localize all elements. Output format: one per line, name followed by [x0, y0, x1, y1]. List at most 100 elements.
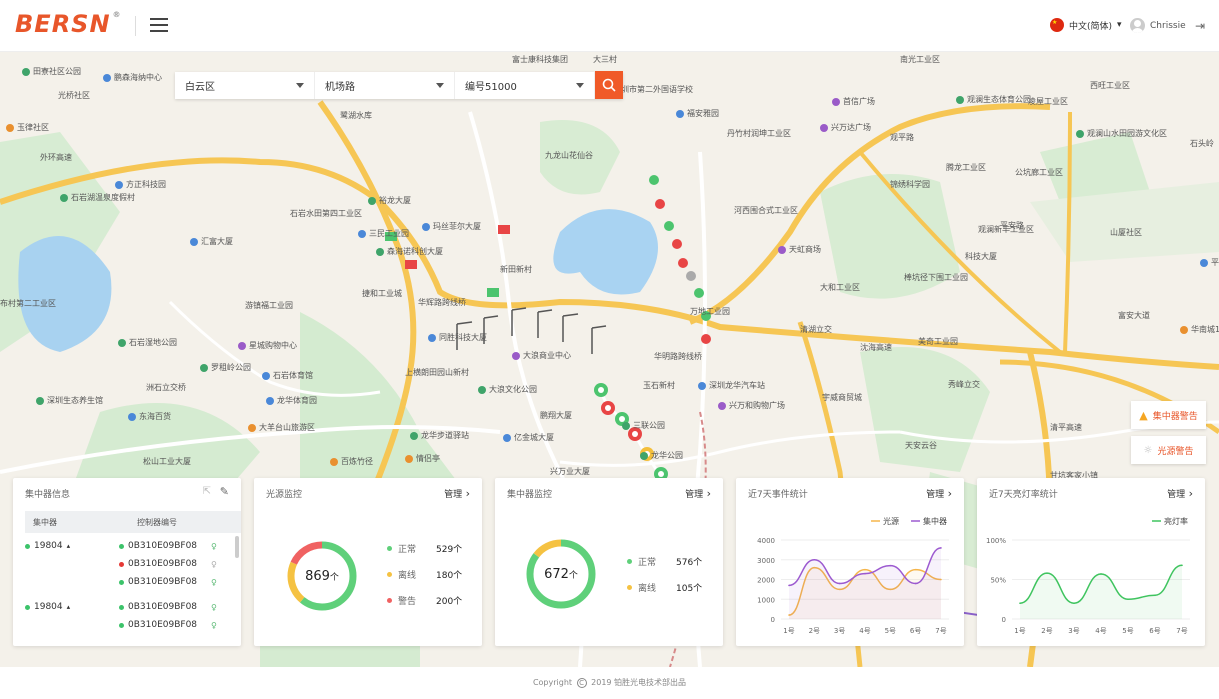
- map-poi-label[interactable]: 科技大厦: [965, 251, 997, 262]
- user-menu[interactable]: Chrissie: [1130, 18, 1186, 33]
- map-poi-label[interactable]: 华明路跨线桥: [654, 351, 702, 362]
- collapse-icon[interactable]: ▴: [67, 542, 71, 550]
- map-poi-label[interactable]: 情侣亭: [405, 453, 440, 464]
- map-poi-label[interactable]: 清平高速: [1050, 422, 1082, 433]
- map-poi-label[interactable]: 田寮社区公园: [22, 66, 81, 77]
- map-poi-label[interactable]: 华辉路跨线桥: [418, 297, 466, 308]
- map-poi-label[interactable]: 石头岭: [1190, 138, 1214, 149]
- map-poi-label[interactable]: 观平路: [890, 132, 914, 143]
- map-poi-label[interactable]: 大浪文化公园: [478, 384, 537, 395]
- map-poi-label[interactable]: 丹竹村润坤工业区: [727, 128, 791, 139]
- map-poi-label[interactable]: 三联公园: [622, 420, 665, 431]
- language-selector[interactable]: 中文(简体) ▾: [1050, 18, 1122, 32]
- map-poi-label[interactable]: 大浪商业中心: [512, 350, 571, 361]
- map-poi-label[interactable]: 腾龙工业区: [946, 162, 986, 173]
- map-poi-label[interactable]: 玛丝菲尔大厦: [422, 221, 481, 232]
- map-poi-label[interactable]: 富士康科技集团: [512, 54, 568, 65]
- map-poi-label[interactable]: 福安雅园: [676, 108, 719, 119]
- map-poi-label[interactable]: 公坑廊工业区: [1015, 167, 1063, 178]
- map-poi-label[interactable]: 游镇福工业园: [245, 300, 293, 311]
- map-poi-label[interactable]: 河西围合式工业区: [734, 205, 798, 216]
- concentrator-alert-button[interactable]: ▲ 集中器警告: [1131, 401, 1206, 429]
- list-item[interactable]: 0B310E09BF08 ♀: [119, 559, 217, 569]
- map-poi-label[interactable]: 秀峰立交: [948, 379, 980, 390]
- road-select[interactable]: 机场路: [315, 72, 455, 99]
- map-poi-label[interactable]: 凌屋工业区: [1028, 96, 1068, 107]
- map-poi-label[interactable]: 大羊台山旅游区: [248, 422, 315, 433]
- map-poi-label[interactable]: 沈海高速: [860, 342, 892, 353]
- map-poi-label[interactable]: 光桥社区: [58, 90, 90, 101]
- list-item[interactable]: 0B310E09BF08 ♀: [119, 602, 217, 612]
- map-poi-label[interactable]: 方正科技园: [115, 179, 166, 190]
- collapse-icon[interactable]: ▴: [67, 603, 71, 611]
- list-item[interactable]: 0B310E09BF08 ♀: [119, 577, 217, 587]
- map-poi-label[interactable]: 美奇工业园: [918, 336, 958, 347]
- map-poi-label[interactable]: 九龙山花仙谷: [545, 150, 593, 161]
- map-poi-label[interactable]: 同胜科技大厦: [428, 332, 487, 343]
- map-poi-label[interactable]: 龙华步道驿站: [410, 430, 469, 441]
- map-poi-label[interactable]: 锦绣科学园: [890, 179, 930, 190]
- map-poi-label[interactable]: 兴万和购物广场: [718, 400, 785, 411]
- map-poi-label[interactable]: 深圳市第二外国语学校: [613, 84, 693, 95]
- map-poi-label[interactable]: 亿金城大厦: [503, 432, 554, 443]
- district-select[interactable]: 白云区: [175, 72, 315, 99]
- map-poi-label[interactable]: 石岩湖温泉度假村: [60, 192, 135, 203]
- map-poi-label[interactable]: 鹭湖水库: [340, 110, 372, 121]
- map-poi-label[interactable]: 玉石新村: [643, 380, 675, 391]
- map-poi-label[interactable]: 棒坑径下围工业园: [904, 272, 968, 283]
- export-icon[interactable]: ⇱: [203, 486, 211, 497]
- map-poi-label[interactable]: 百炼竹径: [330, 456, 373, 467]
- map-poi-label[interactable]: 天虹商场: [778, 244, 821, 255]
- list-item[interactable]: 0B310E09BF08 ♀: [119, 620, 217, 630]
- menu-icon[interactable]: [150, 18, 168, 33]
- map-poi-label[interactable]: 大和工业区: [820, 282, 860, 293]
- map-poi-label[interactable]: 宇威商贸城: [822, 392, 862, 403]
- map-poi-label[interactable]: 平湖站: [1200, 257, 1219, 268]
- brand-logo[interactable]: BERSN ®: [15, 10, 122, 38]
- map-poi-label[interactable]: 清湖立交: [800, 324, 832, 335]
- map-poi-label[interactable]: 星城购物中心: [238, 340, 297, 351]
- map-poi-label[interactable]: 首信广场: [832, 96, 875, 107]
- map-poi-label[interactable]: 石岩湿地公园: [118, 337, 177, 348]
- map-poi-label[interactable]: 东海百货: [128, 411, 171, 422]
- map-poi-label[interactable]: 罗租岭公园: [200, 362, 251, 373]
- map-poi-label[interactable]: 石岩水田第四工业区: [290, 208, 362, 219]
- map-poi-label[interactable]: 平安路: [1000, 220, 1024, 231]
- map-poi-label[interactable]: 龙华体育园: [266, 395, 317, 406]
- map-poi-label[interactable]: 松山工业大厦: [143, 456, 191, 467]
- map-poi-label[interactable]: 三民工业园: [358, 228, 409, 239]
- map-poi-label[interactable]: 兴万业大厦: [550, 466, 590, 477]
- map-poi-label[interactable]: 深圳生态养生馆: [36, 395, 103, 406]
- map-poi-label[interactable]: 鹏森海纳中心: [103, 72, 162, 83]
- map-poi-label[interactable]: 洲石立交桥: [146, 382, 186, 393]
- map-poi-label[interactable]: 天安云谷: [905, 440, 937, 451]
- table-row[interactable]: 19804 ▴: [25, 541, 70, 551]
- map-poi-label[interactable]: 玉律社区: [6, 122, 49, 133]
- map-poi-label[interactable]: 富安大道: [1118, 310, 1150, 321]
- map-poi-label[interactable]: 兴万达广场: [820, 122, 871, 133]
- map-poi-label[interactable]: 石岩体育馆: [262, 370, 313, 381]
- list-item[interactable]: 0B310E09BF08 ♀: [119, 541, 217, 551]
- number-select[interactable]: 编号51000: [455, 72, 595, 99]
- table-row[interactable]: 19804 ▴: [25, 602, 70, 612]
- map-poi-label[interactable]: 捷和工业城: [362, 288, 402, 299]
- search-button[interactable]: [595, 71, 623, 99]
- map-poi-label[interactable]: 龙华公园: [640, 450, 683, 461]
- map-poi-label[interactable]: 森海诺科创大厦: [376, 246, 443, 257]
- map-poi-label[interactable]: 万地工业园: [690, 306, 730, 317]
- light-alert-button[interactable]: ☼ 光源警告: [1131, 436, 1206, 464]
- manage-link[interactable]: 管理: [685, 487, 711, 500]
- map-poi-label[interactable]: 裕龙大厦: [368, 195, 411, 206]
- manage-link[interactable]: 管理: [444, 487, 470, 500]
- map-poi-label[interactable]: 观澜生态体育公园: [956, 94, 1031, 105]
- map-poi-label[interactable]: 观澜山水田园游文化区: [1076, 128, 1167, 139]
- map-poi-label[interactable]: 南光工业区: [900, 54, 940, 65]
- map-poi-label[interactable]: 上横朗田园山新村: [405, 367, 469, 378]
- map-poi-label[interactable]: 西旺工业区: [1090, 80, 1130, 91]
- logout-icon[interactable]: ⇥: [1195, 19, 1205, 33]
- map-poi-label[interactable]: 布村第二工业区: [0, 298, 56, 309]
- map-poi-label[interactable]: 深圳龙华汽车站: [698, 380, 765, 391]
- scrollbar[interactable]: [235, 536, 239, 558]
- edit-icon[interactable]: ✎: [220, 485, 229, 498]
- map-poi-label[interactable]: 鹏翔大厦: [540, 410, 572, 421]
